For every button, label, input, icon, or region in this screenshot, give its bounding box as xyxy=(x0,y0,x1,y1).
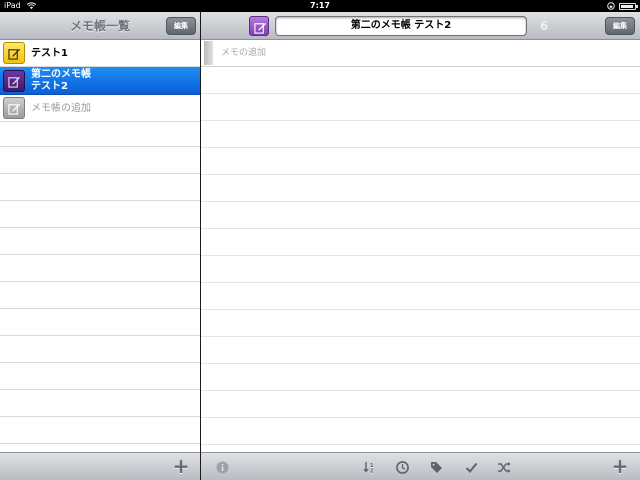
add-note-row[interactable]: メモの追加 xyxy=(201,40,640,67)
notes-toolbar: 1 2 + xyxy=(201,452,640,480)
notebook-item[interactable]: テスト1 xyxy=(0,40,200,67)
clock-icon[interactable] xyxy=(393,458,411,476)
notebook-item-label-line1: 第二のメモ帳 xyxy=(31,69,91,80)
notebook-yellow-icon xyxy=(3,42,25,64)
info-icon[interactable] xyxy=(213,458,231,476)
pencil-icon xyxy=(8,76,21,88)
notebook-item-label-line2: テスト2 xyxy=(31,81,68,92)
add-note-placeholder: メモの追加 xyxy=(221,48,267,58)
add-notebook-label: メモ帳の追加 xyxy=(31,103,91,114)
add-notebook-item[interactable]: メモ帳の追加 xyxy=(0,95,200,122)
notebook-item-label: テスト1 xyxy=(31,48,68,59)
notebook-list: テスト1 第二のメモ帳 テスト2 メモ帳の追加 xyxy=(0,40,200,452)
notebook-gray-icon xyxy=(3,97,25,119)
notebook-item-selected[interactable]: 第二のメモ帳 テスト2 xyxy=(0,67,200,95)
add-notebook-button[interactable]: + xyxy=(172,456,190,476)
notebook-title-field[interactable]: 第二のメモ帳 テスト2 xyxy=(275,16,527,36)
notebook-list-toolbar: + xyxy=(0,452,200,480)
add-note-button[interactable]: + xyxy=(611,456,629,476)
checkmark-icon[interactable] xyxy=(462,458,480,476)
rotation-lock-icon xyxy=(607,2,615,10)
notebook-detail-header: 第二のメモ帳 テスト2 6 編集 xyxy=(201,12,640,40)
notebook-list-header: メモ帳一覧 編集 xyxy=(0,12,200,40)
note-count: 6 xyxy=(539,19,549,33)
notes-list: メモの追加 xyxy=(201,40,640,452)
pencil-icon xyxy=(8,48,21,60)
notebook-purple-icon xyxy=(3,70,25,92)
notebook-item-label: 第二のメモ帳 テスト2 xyxy=(31,69,91,93)
pencil-icon xyxy=(254,22,267,34)
notebook-purple-icon[interactable] xyxy=(249,16,269,36)
edit-notes-button[interactable]: 編集 xyxy=(605,17,635,35)
tag-icon[interactable] xyxy=(427,458,445,476)
pencil-icon xyxy=(8,103,21,115)
sort-icon[interactable]: 1 2 xyxy=(361,458,379,476)
drag-handle[interactable] xyxy=(204,41,213,65)
shuffle-icon[interactable] xyxy=(495,458,513,476)
status-bar: iPad 7:17 xyxy=(0,0,640,12)
svg-text:2: 2 xyxy=(370,469,374,475)
battery-icon xyxy=(619,3,638,10)
status-time: 7:17 xyxy=(310,1,330,10)
edit-notebooks-button[interactable]: 編集 xyxy=(166,17,196,35)
